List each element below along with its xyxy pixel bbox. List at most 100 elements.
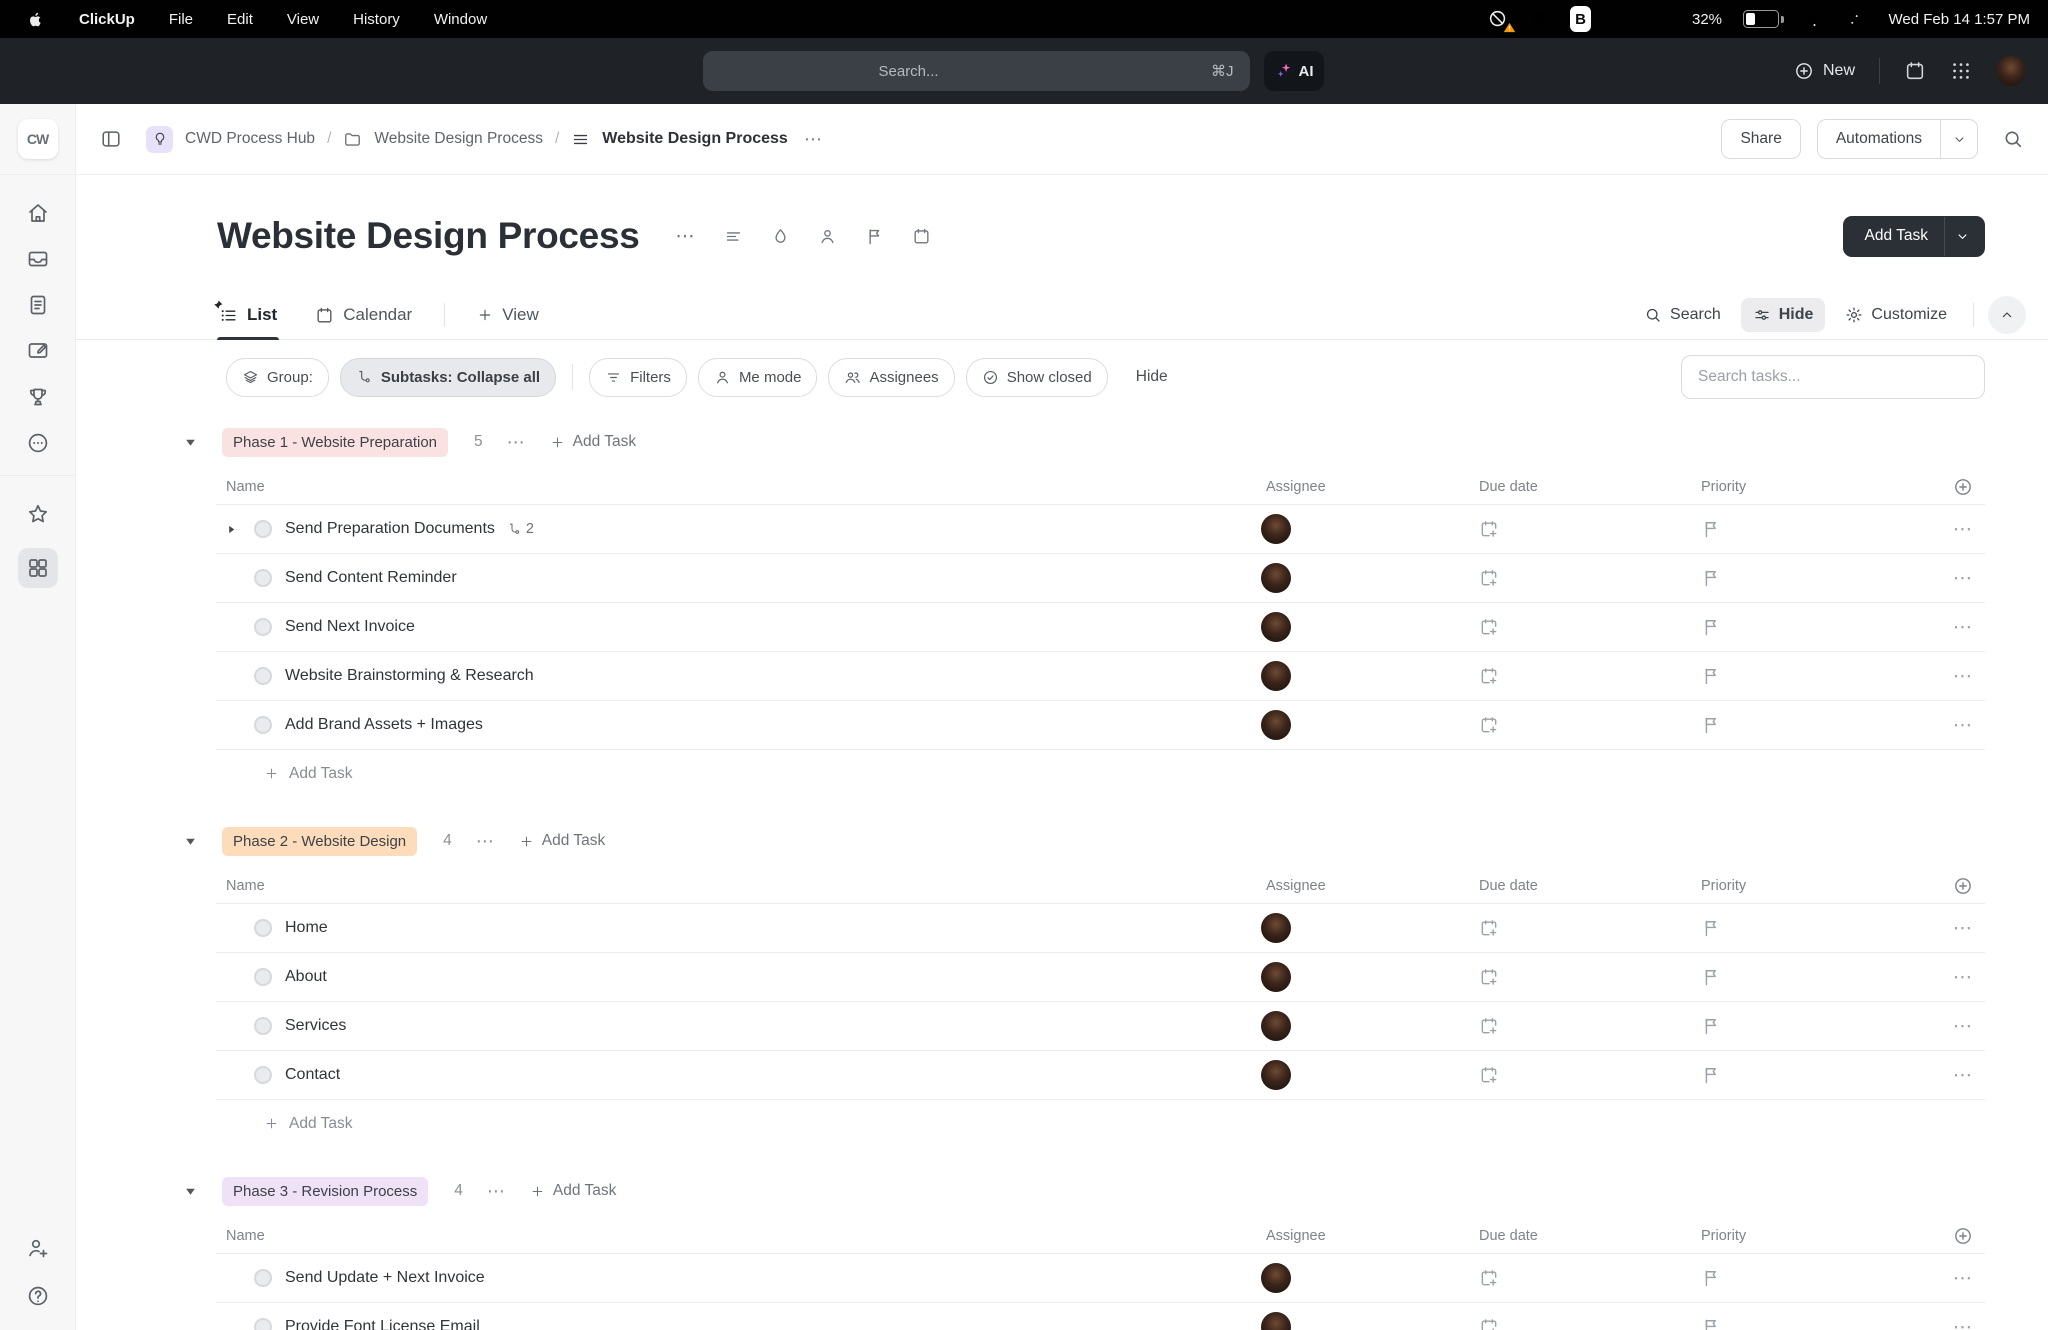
status-vpn-shield-icon[interactable] [1530, 10, 1549, 29]
set-due-date-icon[interactable] [1479, 666, 1499, 686]
status-password-manager-icon[interactable]: B [1570, 6, 1591, 32]
column-due-date[interactable]: Due date [1466, 878, 1688, 894]
title-dates-icon[interactable] [912, 227, 931, 246]
menu-window[interactable]: Window [434, 11, 487, 28]
task-status-circle[interactable] [254, 1017, 272, 1035]
set-due-date-icon[interactable] [1479, 918, 1499, 938]
title-flag-icon[interactable] [865, 227, 884, 246]
column-assignee[interactable]: Assignee [1253, 1228, 1466, 1244]
task-status-circle[interactable] [254, 569, 272, 587]
group-add-task-button[interactable]: Add Task [530, 1182, 616, 1200]
task-name[interactable]: About [285, 968, 327, 986]
assignees-pill[interactable]: Assignees [828, 358, 954, 397]
breadcrumb-folder[interactable]: Website Design Process [374, 130, 543, 148]
row-menu-ellipsis[interactable]: ⋯ [1953, 567, 1973, 590]
task-name[interactable]: Send Preparation Documents [285, 520, 495, 538]
tab-list[interactable]: List [217, 291, 279, 339]
column-assignee[interactable]: Assignee [1253, 878, 1466, 894]
assignee-avatar[interactable] [1261, 710, 1291, 740]
task-name[interactable]: Add Brand Assets + Images [285, 716, 483, 734]
table-row[interactable]: Send Content Reminder ⋯ [216, 554, 1985, 603]
group-add-task-button[interactable]: Add Task [550, 433, 636, 451]
tab-calendar[interactable]: Calendar [313, 291, 414, 339]
column-assignee[interactable]: Assignee [1253, 479, 1466, 495]
status-spinner-icon[interactable] [1447, 10, 1466, 29]
assignee-avatar[interactable] [1261, 1060, 1291, 1090]
subtasks-pill[interactable]: Subtasks: Collapse all [340, 358, 556, 397]
row-menu-ellipsis[interactable]: ⋯ [1953, 518, 1973, 541]
set-priority-flag-icon[interactable] [1701, 1268, 1721, 1288]
hide-filters-button[interactable]: Hide [1136, 368, 1168, 386]
table-row[interactable]: Services ⋯ [216, 1002, 1985, 1051]
ai-button[interactable]: AI [1264, 51, 1324, 91]
set-due-date-icon[interactable] [1479, 715, 1499, 735]
table-row[interactable]: Send Next Invoice ⋯ [216, 603, 1985, 652]
me-mode-pill[interactable]: Me mode [698, 358, 818, 397]
battery-icon[interactable] [1743, 10, 1784, 28]
expand-subtasks-icon[interactable] [226, 524, 254, 535]
column-due-date[interactable]: Due date [1466, 479, 1688, 495]
task-name[interactable]: Provide Font License Email [285, 1318, 480, 1330]
sidebar-whiteboards-icon[interactable] [26, 339, 50, 363]
header-search-icon[interactable] [2002, 128, 2024, 150]
table-row[interactable]: Provide Font License Email ⋯ [216, 1303, 1985, 1330]
row-menu-ellipsis[interactable]: ⋯ [1953, 1267, 1973, 1290]
status-updown-icon[interactable] [1612, 10, 1631, 29]
calendar-icon[interactable] [1904, 60, 1926, 82]
task-name[interactable]: Services [285, 1017, 346, 1035]
group-menu-ellipsis[interactable]: ⋯ [507, 432, 526, 453]
task-status-circle[interactable] [254, 716, 272, 734]
subtask-count[interactable]: 2 [507, 521, 534, 537]
menubar-clock[interactable]: Wed Feb 14 1:57 PM [1889, 11, 2030, 28]
group-add-task-button[interactable]: Add Task [519, 832, 605, 850]
menu-view[interactable]: View [287, 11, 319, 28]
assignee-avatar[interactable] [1261, 962, 1291, 992]
workspace-logo[interactable]: CW [18, 119, 58, 159]
task-status-circle[interactable] [254, 667, 272, 685]
show-closed-pill[interactable]: Show closed [966, 358, 1108, 397]
sidebar-home-icon[interactable] [26, 201, 50, 225]
sidebar-inbox-icon[interactable] [26, 247, 50, 271]
task-name[interactable]: Send Next Invoice [285, 618, 415, 636]
menu-file[interactable]: File [169, 11, 193, 28]
status-keyboard-brightness-icon[interactable] [1652, 10, 1671, 29]
row-menu-ellipsis[interactable]: ⋯ [1953, 714, 1973, 737]
set-due-date-icon[interactable] [1479, 1317, 1499, 1330]
row-menu-ellipsis[interactable]: ⋯ [1953, 1316, 1973, 1330]
page-title[interactable]: Website Design Process [217, 215, 640, 257]
set-priority-flag-icon[interactable] [1701, 1065, 1721, 1085]
add-task-chevron-icon[interactable] [1944, 217, 1979, 256]
sidebar-goals-trophy-icon[interactable] [26, 385, 50, 409]
assignee-avatar[interactable] [1261, 563, 1291, 593]
set-due-date-icon[interactable] [1479, 568, 1499, 588]
table-row[interactable]: Website Brainstorming & Research ⋯ [216, 652, 1985, 701]
set-priority-flag-icon[interactable] [1701, 568, 1721, 588]
assignee-avatar[interactable] [1261, 1312, 1291, 1330]
search-tasks-input[interactable]: Search tasks... [1681, 355, 1985, 399]
task-status-circle[interactable] [254, 968, 272, 986]
column-name[interactable]: Name [216, 479, 1253, 495]
sidebar-more-icon[interactable] [26, 431, 50, 455]
set-priority-flag-icon[interactable] [1701, 918, 1721, 938]
task-name[interactable]: Website Brainstorming & Research [285, 667, 534, 685]
set-priority-flag-icon[interactable] [1701, 617, 1721, 637]
table-row[interactable]: Add Brand Assets + Images ⋯ [216, 701, 1985, 750]
new-button[interactable]: New [1794, 61, 1855, 81]
column-name[interactable]: Name [216, 878, 1253, 894]
task-status-circle[interactable] [254, 1318, 272, 1330]
set-priority-flag-icon[interactable] [1701, 715, 1721, 735]
breadcrumb-space[interactable]: CWD Process Hub [185, 130, 315, 148]
phase-badge[interactable]: Phase 1 - Website Preparation [222, 428, 448, 457]
hide-fields-button[interactable]: Hide [1741, 298, 1826, 332]
task-status-circle[interactable] [254, 520, 272, 538]
collapse-group-icon[interactable] [184, 835, 197, 848]
sidebar-spaces-active[interactable] [18, 548, 58, 588]
assignee-avatar[interactable] [1261, 612, 1291, 642]
menu-history[interactable]: History [353, 11, 400, 28]
table-row[interactable]: Send Preparation Documents 2 ⋯ [216, 505, 1985, 554]
task-name[interactable]: Send Update + Next Invoice [285, 1269, 485, 1287]
sidebar-invite-user-icon[interactable] [26, 1236, 50, 1260]
global-search-input[interactable]: Search... ⌘J [703, 51, 1250, 91]
assignee-avatar[interactable] [1261, 1263, 1291, 1293]
set-priority-flag-icon[interactable] [1701, 967, 1721, 987]
